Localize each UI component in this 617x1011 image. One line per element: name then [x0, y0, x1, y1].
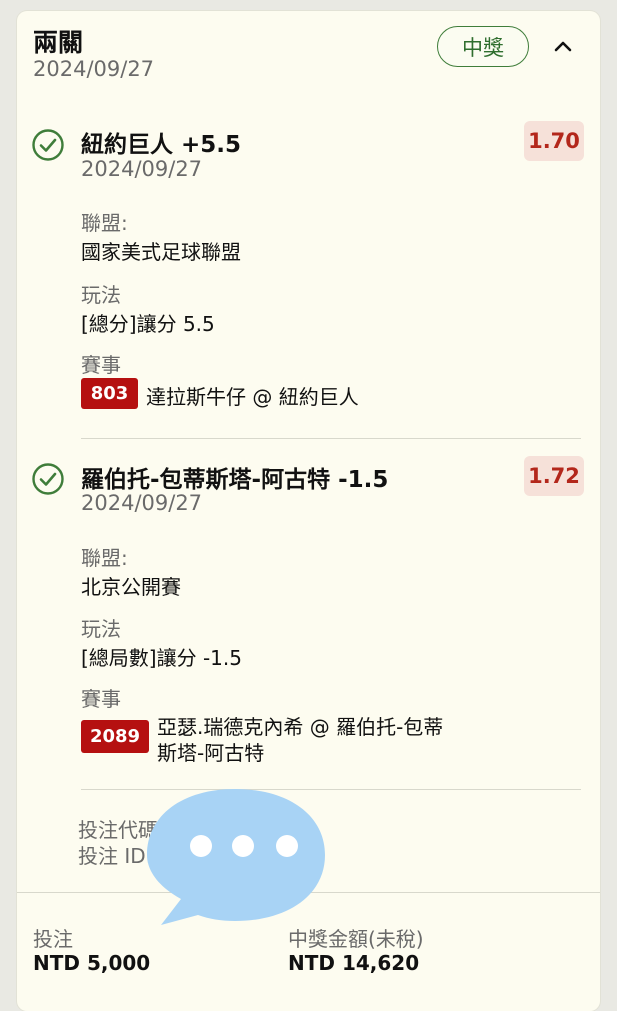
market-value: [總局數]讓分 -1.5 — [81, 646, 242, 670]
selection-date: 2024/09/27 — [81, 157, 203, 181]
stake-label: 投注 — [33, 927, 73, 951]
event-label: 賽事 — [81, 687, 121, 711]
selection-date: 2024/09/27 — [81, 491, 203, 515]
league-value: 北京公開賽 — [81, 575, 181, 599]
bet-id-label: 投注 ID: — [78, 844, 153, 868]
bet-date: 2024/09/27 — [33, 57, 155, 81]
event-name-line-1: 亞瑟.瑞德克內希 @ 羅伯托-包蒂 — [157, 715, 444, 739]
collapse-button[interactable] — [549, 29, 577, 63]
selection-title: 羅伯托-包蒂斯塔-阿古特 -1.5 — [81, 467, 389, 493]
status-badge: 中獎 — [437, 26, 529, 67]
event-code-badge: 803 — [81, 378, 138, 409]
selection-title: 紐約巨人 +5.5 — [81, 132, 242, 158]
chat-bubble-icon — [143, 785, 328, 930]
event-name: 達拉斯牛仔 @ 紐約巨人 — [146, 385, 359, 409]
odds-badge: 1.70 — [524, 121, 584, 161]
league-label: 聯盟: — [81, 546, 128, 570]
payout-value: NTD 14,620 — [288, 951, 420, 975]
odds-badge: 1.72 — [524, 456, 584, 496]
league-label: 聯盟: — [81, 211, 128, 235]
chevron-up-icon — [554, 41, 572, 52]
league-value: 國家美式足球聯盟 — [81, 240, 241, 264]
event-name-line-2: 斯塔-阿古特 — [157, 741, 265, 765]
check-circle-icon — [31, 462, 65, 500]
divider — [81, 438, 581, 439]
market-label: 玩法 — [81, 617, 121, 641]
stake-value: NTD 5,000 — [33, 951, 151, 975]
market-label: 玩法 — [81, 283, 121, 307]
bet-type-title: 兩關 — [33, 28, 84, 57]
event-label: 賽事 — [81, 353, 121, 377]
event-code-badge: 2089 — [81, 720, 149, 753]
check-circle-icon — [31, 128, 65, 166]
market-value: [總分]讓分 5.5 — [81, 312, 215, 336]
